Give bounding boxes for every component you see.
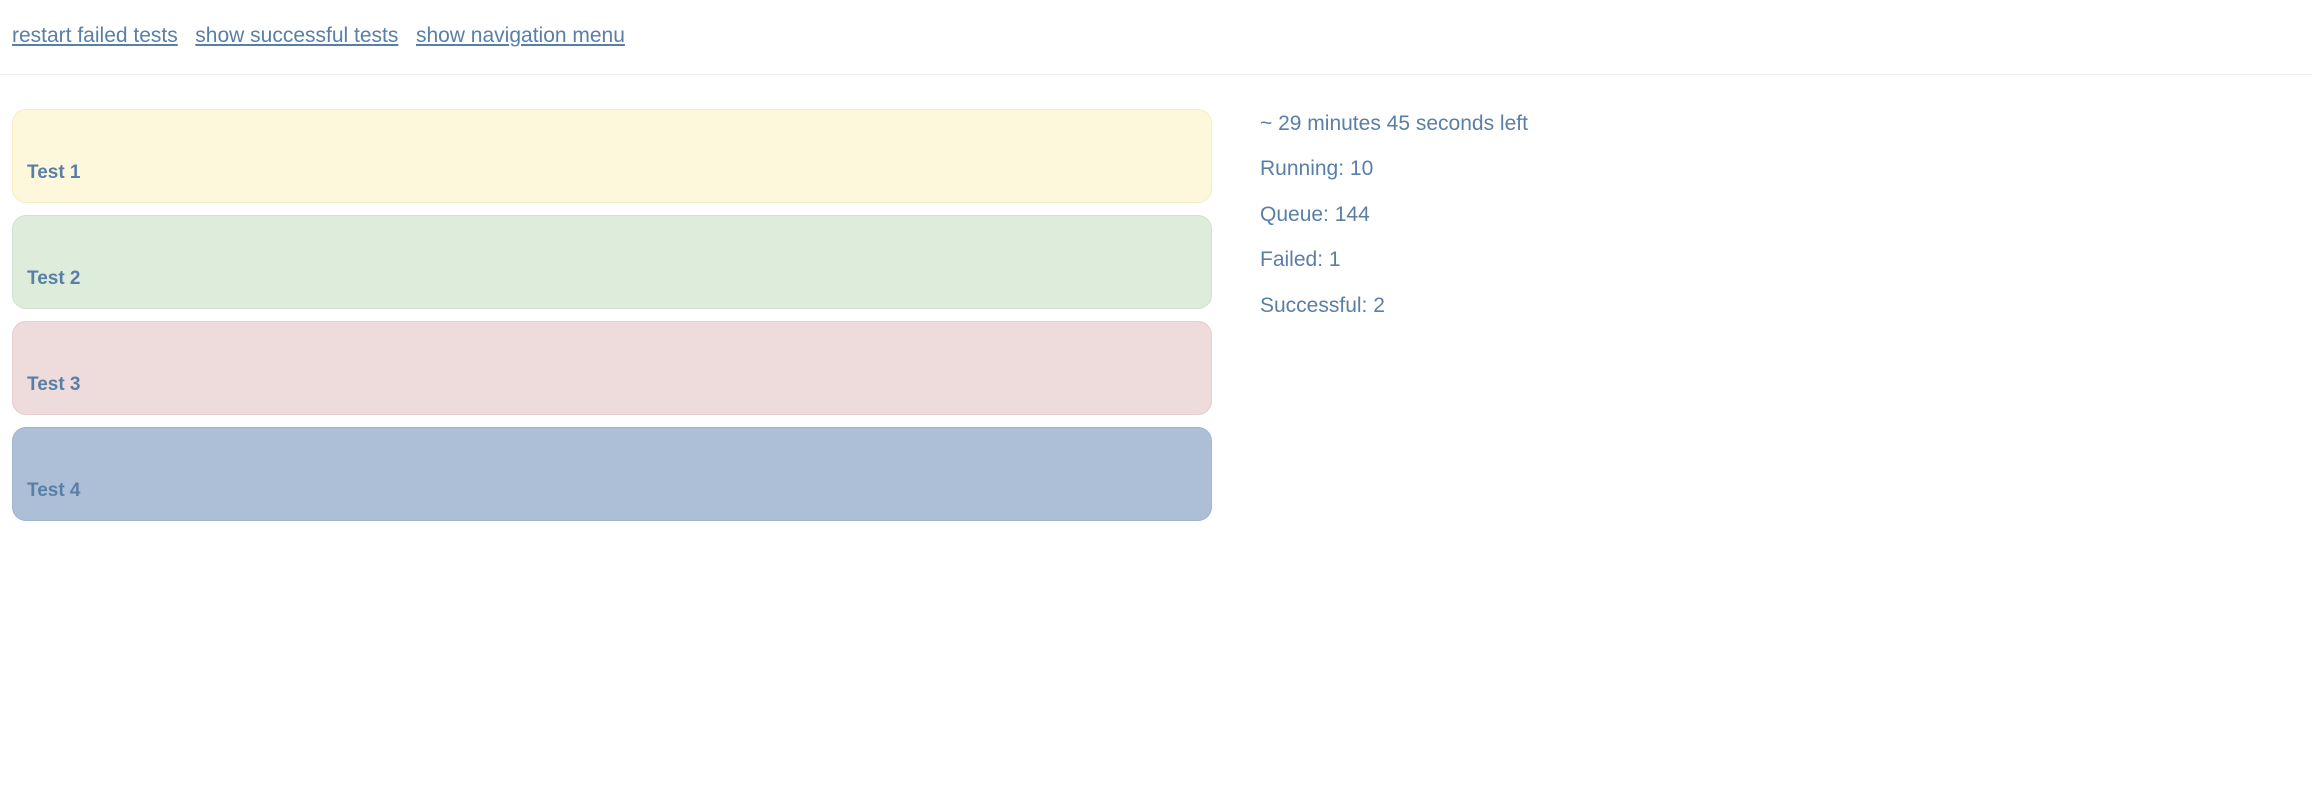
test-card[interactable]: Test 3 <box>12 321 1212 415</box>
time-left-text: ~ 29 minutes 45 seconds left <box>1260 109 2300 138</box>
content-wrap: Test 1 Test 2 Test 3 Test 4 ~ 29 minutes… <box>0 75 2312 533</box>
test-card-label: Test 2 <box>27 268 81 289</box>
successful-count-text: Successful: 2 <box>1260 291 2300 320</box>
test-card-label: Test 3 <box>27 374 81 395</box>
test-card[interactable]: Test 1 <box>12 109 1212 203</box>
running-count-text: Running: 10 <box>1260 154 2300 183</box>
stats-column: ~ 29 minutes 45 seconds left Running: 10… <box>1260 109 2300 521</box>
header-bar: restart failed tests show successful tes… <box>0 0 2312 75</box>
test-card[interactable]: Test 2 <box>12 215 1212 309</box>
tests-column: Test 1 Test 2 Test 3 Test 4 <box>12 109 1212 521</box>
test-card[interactable]: Test 4 <box>12 427 1212 521</box>
show-navigation-link[interactable]: show navigation menu <box>416 24 625 47</box>
restart-failed-link[interactable]: restart failed tests <box>12 24 178 47</box>
test-card-label: Test 1 <box>27 162 81 183</box>
failed-count-text: Failed: 1 <box>1260 245 2300 274</box>
test-card-label: Test 4 <box>27 480 81 501</box>
queue-count-text: Queue: 144 <box>1260 200 2300 229</box>
show-successful-link[interactable]: show successful tests <box>195 24 398 47</box>
